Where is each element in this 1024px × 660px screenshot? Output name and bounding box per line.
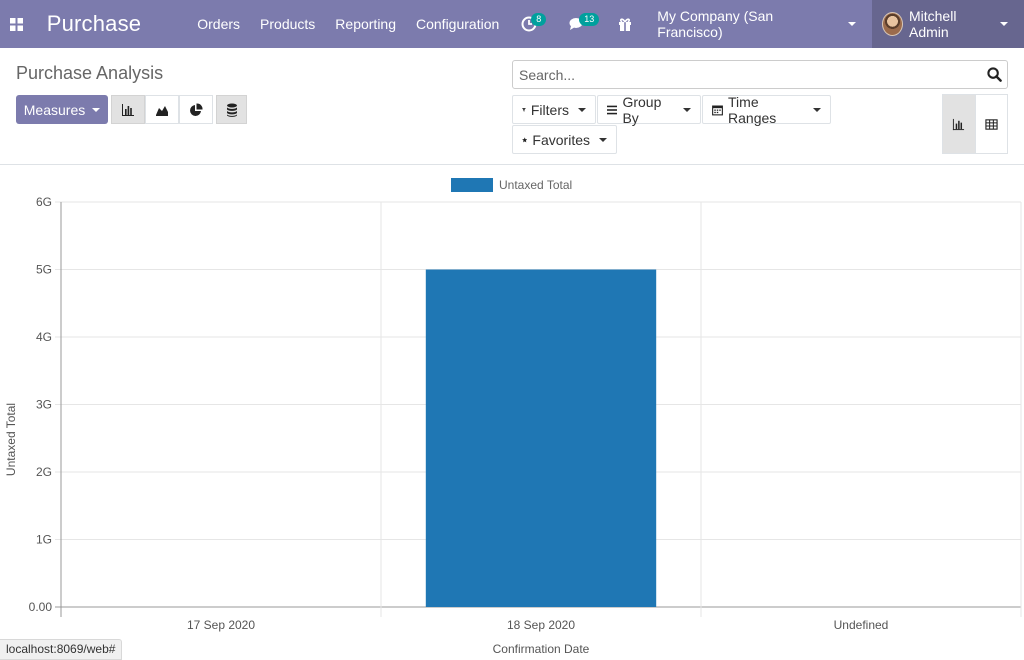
star-icon (522, 136, 528, 142)
activity-menu[interactable]: 8 (509, 0, 549, 48)
main-menu: Orders Products Reporting Configuration (187, 0, 509, 48)
x-tick-label: 18 Sep 2020 (507, 618, 575, 632)
y-tick-label: 1G (36, 533, 52, 547)
user-menu[interactable]: Mitchell Admin (871, 0, 1024, 48)
menu-item-reporting[interactable]: Reporting (325, 0, 406, 48)
filters-label: Filters (530, 101, 569, 118)
time-ranges-button[interactable]: Time Ranges (702, 93, 831, 126)
graph-view-button[interactable] (943, 95, 975, 153)
filter-icon (522, 107, 526, 112)
app-brand[interactable]: Purchase (47, 11, 142, 37)
x-axis-title: Confirmation Date (493, 642, 590, 656)
chart-bar[interactable] (425, 269, 657, 608)
database-icon (226, 103, 237, 117)
menu-item-products[interactable]: Products (250, 0, 325, 48)
gift-icon (619, 18, 632, 31)
x-tick-label: Undefined (834, 618, 889, 632)
control-panel: Purchase Analysis Measures Filters Group (0, 48, 1024, 165)
favorites-button[interactable]: Favorites (512, 125, 617, 154)
legend-label[interactable]: Untaxed Total (499, 178, 572, 192)
chevron-down-icon (683, 107, 691, 112)
search-bar (512, 60, 1008, 89)
chevron-down-icon (813, 107, 821, 112)
chevron-down-icon (578, 107, 586, 112)
chart-mode-group (111, 95, 213, 124)
pivot-view-button[interactable] (974, 95, 1007, 153)
group-by-label: Group By (622, 93, 662, 126)
stacked-toggle-button[interactable] (216, 95, 247, 124)
company-name: My Company (San Francisco) (657, 8, 774, 40)
messaging-menu[interactable]: 13 (557, 0, 600, 48)
search-input[interactable] (513, 61, 981, 88)
y-tick-label: 2G (36, 465, 52, 479)
gift-menu[interactable] (605, 0, 645, 48)
group-by-button[interactable]: Group By (597, 93, 701, 126)
favorites-label: Favorites (532, 131, 590, 148)
status-bar-url: localhost:8069/web# (0, 639, 123, 660)
y-axis-title: Untaxed Total (4, 403, 18, 476)
pie-chart-mode-button[interactable] (179, 95, 213, 124)
company-switcher[interactable]: My Company (San Francisco) (645, 0, 871, 48)
y-tick-label: 5G (36, 263, 52, 277)
measures-label: Measures (23, 101, 86, 118)
time-ranges-label: Time Ranges (728, 93, 777, 126)
x-tick-label: 17 Sep 2020 (187, 618, 255, 632)
chevron-down-icon (599, 137, 607, 142)
view-switcher (942, 94, 1008, 154)
activity-badge: 8 (531, 13, 547, 26)
area-chart-icon (156, 105, 168, 116)
legend-swatch[interactable] (451, 178, 493, 192)
y-tick-label: 4G (36, 330, 52, 344)
chevron-down-icon (1000, 22, 1008, 26)
y-tick-label: 6G (36, 195, 52, 209)
menu-item-configuration[interactable]: Configuration (406, 0, 509, 48)
table-icon (985, 118, 998, 130)
line-chart-mode-button[interactable] (145, 95, 179, 124)
messages-badge: 13 (579, 13, 600, 26)
bar-chart-icon (122, 103, 134, 116)
bar-chart-icon (953, 118, 965, 130)
bars-icon (607, 105, 618, 114)
main-navbar: Purchase Orders Products Reporting Confi… (0, 0, 1024, 48)
search-icon[interactable] (981, 61, 1007, 88)
systray: 8 13 My Company (San Francisco) Mitchell… (509, 0, 1024, 48)
chevron-down-icon (847, 22, 856, 26)
y-tick-label: 0.00 (29, 600, 53, 614)
stack-toggle-group (216, 95, 247, 124)
calendar-icon (712, 105, 723, 115)
bar-chart-mode-button[interactable] (111, 95, 145, 124)
avatar (881, 12, 903, 36)
pie-chart-icon (190, 102, 203, 116)
measures-button[interactable]: Measures (16, 95, 108, 124)
page-title: Purchase Analysis (16, 63, 164, 83)
chevron-down-icon (92, 107, 101, 112)
bar-chart: 0.00 1G 2G 3G 4G 5G 6G 17 Sep 2020 18 Sep 2020 Un… (4, 178, 1022, 656)
y-tick-label: 3G (36, 398, 52, 412)
menu-item-orders[interactable]: Orders (187, 0, 250, 48)
filters-button[interactable]: Filters (512, 95, 596, 124)
user-name: Mitchell Admin (908, 8, 957, 40)
apps-menu-icon[interactable] (0, 0, 34, 48)
graph-view: 0.00 1G 2G 3G 4G 5G 6G 17 Sep 2020 18 Sep 2020 Un… (0, 166, 1024, 660)
